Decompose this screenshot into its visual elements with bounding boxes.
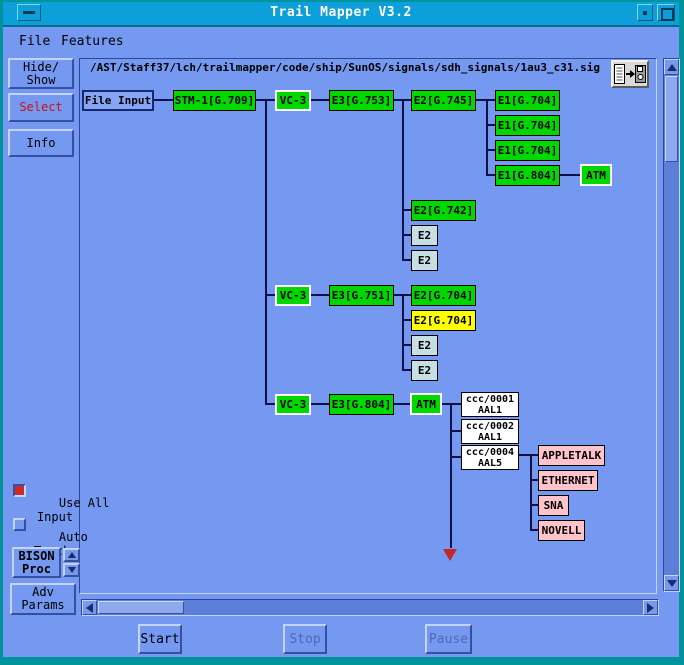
stop-button[interactable]: Stop xyxy=(283,624,327,654)
tree-edge xyxy=(311,99,329,101)
tree-node-e2-plain-4[interactable]: E2 xyxy=(411,360,438,381)
tree-edge xyxy=(311,403,329,405)
tree-node-ccc-0004[interactable]: ccc/0004 AAL5 xyxy=(461,445,519,470)
tree-node-atm-1[interactable]: ATM xyxy=(580,164,612,186)
tree-node-atm-2[interactable]: ATM xyxy=(410,393,442,415)
tree-node-ccc-0001[interactable]: ccc/0001 AAL1 xyxy=(461,392,519,417)
tree-edge xyxy=(486,149,495,151)
tree-edge xyxy=(265,99,267,403)
tree-edge xyxy=(394,403,410,405)
tree-edge xyxy=(560,174,580,176)
bison-proc-button[interactable]: BISON Proc xyxy=(12,547,61,578)
scroll-up-button[interactable] xyxy=(664,59,679,75)
arrow-down-icon xyxy=(667,580,677,587)
scroll-right-button[interactable] xyxy=(643,600,658,615)
tree-edge xyxy=(450,430,461,432)
app-window: Trail Mapper V3.2 File Features Hide/ Sh… xyxy=(0,0,684,665)
horizontal-scroll-thumb[interactable] xyxy=(98,601,184,614)
tree-node-e2-g745[interactable]: E2[G.745] xyxy=(411,90,476,111)
tree-edge xyxy=(402,344,411,346)
bison-label-line2: Proc xyxy=(22,563,51,576)
tree-edge xyxy=(486,124,495,126)
tree-node-file-input[interactable]: File Input xyxy=(82,90,154,111)
tree-node-e2-g704-grn[interactable]: E2[G.704] xyxy=(411,285,476,306)
tree-node-e3-g804[interactable]: E3[G.804] xyxy=(329,394,394,415)
tree-node-e2-g742[interactable]: E2[G.742] xyxy=(411,200,476,221)
bison-spinner-up-button[interactable] xyxy=(63,548,80,562)
tree-edge xyxy=(402,369,411,371)
vertical-scroll-thumb[interactable] xyxy=(665,76,678,162)
tree-edge xyxy=(402,209,411,211)
tree-node-appletalk[interactable]: APPLETALK xyxy=(538,445,605,466)
tree-node-e1-g704-1[interactable]: E1[G.704] xyxy=(495,90,560,111)
horizontal-scrollbar[interactable] xyxy=(81,599,659,616)
tree-edge xyxy=(402,259,411,261)
tree-edge xyxy=(265,294,275,296)
tree-edge xyxy=(486,174,495,176)
adv-params-button[interactable]: Adv Params xyxy=(10,583,76,615)
tree-node-e3-g751[interactable]: E3[G.751] xyxy=(329,285,394,306)
arrow-right-icon xyxy=(647,603,654,613)
tree-overflow-arrow xyxy=(443,549,457,561)
tree-edge xyxy=(402,319,411,321)
pause-button[interactable]: Pause xyxy=(425,624,472,654)
use-all-input-checkbox[interactable] xyxy=(13,484,26,497)
tree-edge xyxy=(402,234,411,236)
bison-label-line1: BISON xyxy=(18,550,54,563)
spinner-up-icon xyxy=(68,552,76,558)
scroll-down-button[interactable] xyxy=(664,575,679,591)
tree-edge xyxy=(402,294,404,369)
tree-node-e2-plain-1[interactable]: E2 xyxy=(411,225,438,246)
tree-node-e1-g704-3[interactable]: E1[G.704] xyxy=(495,140,560,161)
arrow-left-icon xyxy=(86,603,93,613)
bison-spinner-down-button[interactable] xyxy=(63,563,80,577)
tree-edge xyxy=(486,99,488,174)
tree-node-e2-g704-yel[interactable]: E2[G.704] xyxy=(411,310,476,331)
tree-edge xyxy=(519,454,538,456)
tree-node-e2-plain-2[interactable]: E2 xyxy=(411,250,438,271)
tree-edge xyxy=(311,294,329,296)
tree-node-e3-g753[interactable]: E3[G.753] xyxy=(329,90,394,111)
start-button[interactable]: Start xyxy=(138,624,182,654)
tree-node-vc-3-3[interactable]: VC-3 xyxy=(275,394,311,415)
tree-edge xyxy=(530,529,538,531)
adv-label-line2: Params xyxy=(21,599,64,612)
tree-node-vc-3-2[interactable]: VC-3 xyxy=(275,285,311,306)
tree-node-e1-g704-2[interactable]: E1[G.704] xyxy=(495,115,560,136)
tree-node-e2-plain-3[interactable]: E2 xyxy=(411,335,438,356)
tree-edge xyxy=(450,456,461,458)
spinner-down-icon xyxy=(68,567,76,573)
tree-edge xyxy=(530,454,532,529)
arrow-up-icon xyxy=(667,64,677,71)
tree-node-e1-g804[interactable]: E1[G.804] xyxy=(495,165,560,186)
tree-node-sna[interactable]: SNA xyxy=(538,495,569,516)
tree-node-vc-3-1[interactable]: VC-3 xyxy=(275,90,311,111)
tree-edge xyxy=(154,99,173,101)
vertical-scrollbar[interactable] xyxy=(663,58,680,592)
tree-node-stm-1[interactable]: STM-1[G.709] xyxy=(173,90,256,111)
tree-edge xyxy=(530,479,538,481)
tree-node-ccc-0002[interactable]: ccc/0002 AAL1 xyxy=(461,419,519,444)
auto-track-checkbox[interactable] xyxy=(13,518,26,531)
tree-node-novell[interactable]: NOVELL xyxy=(538,520,585,541)
tree-edge xyxy=(450,403,452,548)
tree-edge xyxy=(530,504,538,506)
tree-edge xyxy=(265,403,275,405)
signal-tree: File Input STM-1[G.709] VC-3 E3[G.753] E2[G.… xyxy=(3,2,679,657)
tree-node-ethernet[interactable]: ETHERNET xyxy=(538,470,598,491)
scroll-left-button[interactable] xyxy=(82,600,97,615)
